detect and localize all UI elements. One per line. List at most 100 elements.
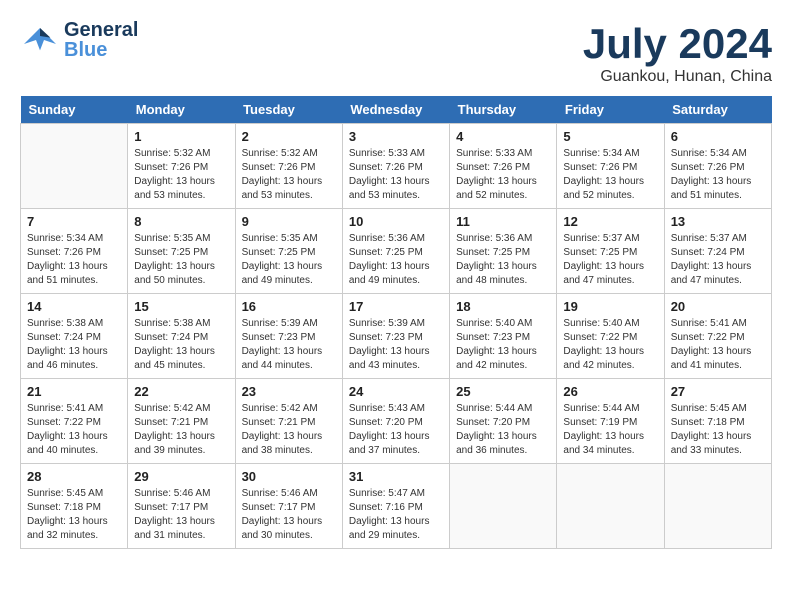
calendar-cell (450, 464, 557, 549)
day-number: 8 (134, 214, 228, 229)
calendar-cell: 20 Sunrise: 5:41 AM Sunset: 7:22 PM Dayli… (664, 294, 771, 379)
day-info: Sunrise: 5:33 AM Sunset: 7:26 PM Dayligh… (349, 147, 443, 203)
day-info: Sunrise: 5:34 AM Sunset: 7:26 PM Dayligh… (563, 147, 657, 203)
calendar-week-1: 1 Sunrise: 5:32 AM Sunset: 7:26 PM Daylig… (21, 124, 772, 209)
calendar-cell (21, 124, 128, 209)
day-number: 24 (349, 384, 443, 399)
calendar-cell: 12 Sunrise: 5:37 AM Sunset: 7:25 PM Dayli… (557, 209, 664, 294)
day-number: 3 (349, 129, 443, 144)
day-number: 2 (242, 129, 336, 144)
calendar-cell: 30Sunrise: 5:46 AM Sunset: 7:17 PM Dayli… (235, 464, 342, 549)
calendar-week-5: 28 Sunrise: 5:45 AM Sunset: 7:18 PM Dayli… (21, 464, 772, 549)
calendar-cell: 28 Sunrise: 5:45 AM Sunset: 7:18 PM Dayli… (21, 464, 128, 549)
day-number: 23 (242, 384, 336, 399)
column-header-monday: Monday (128, 96, 235, 124)
day-info: Sunrise: 5:40 AM Sunset: 7:22 PM Dayligh… (563, 317, 657, 373)
calendar-header-row: SundayMondayTuesdayWednesdayThursdayFrid… (21, 96, 772, 124)
day-info: Sunrise: 5:44 AM Sunset: 7:19 PM Dayligh… (563, 402, 657, 458)
calendar-cell: 14 Sunrise: 5:38 AM Sunset: 7:24 PM Dayli… (21, 294, 128, 379)
day-info: Sunrise: 5:40 AM Sunset: 7:23 PM Dayligh… (456, 317, 550, 373)
logo-general: General (64, 20, 138, 40)
day-info: Sunrise: 5:41 AM Sunset: 7:22 PM Dayligh… (671, 317, 765, 373)
calendar-cell: 18 Sunrise: 5:40 AM Sunset: 7:23 PM Dayli… (450, 294, 557, 379)
day-number: 13 (671, 214, 765, 229)
page-header: General Blue July 2024 Guankou, Hunan, C… (20, 20, 772, 86)
day-info: Sunrise: 5:36 AM Sunset: 7:25 PM Dayligh… (456, 232, 550, 288)
day-number: 20 (671, 299, 765, 314)
day-number: 16 (242, 299, 336, 314)
calendar-cell: 27Sunrise: 5:45 AM Sunset: 7:18 PM Dayli… (664, 379, 771, 464)
day-number: 17 (349, 299, 443, 314)
day-info: Sunrise: 5:32 AM Sunset: 7:26 PM Dayligh… (242, 147, 336, 203)
day-number: 27 (671, 384, 765, 399)
day-info: Sunrise: 5:42 AM Sunset: 7:21 PM Dayligh… (134, 402, 228, 458)
calendar-week-3: 14 Sunrise: 5:38 AM Sunset: 7:24 PM Dayli… (21, 294, 772, 379)
calendar-cell: 29 Sunrise: 5:46 AM Sunset: 7:17 PM Dayli… (128, 464, 235, 549)
day-info: Sunrise: 5:39 AM Sunset: 7:23 PM Dayligh… (242, 317, 336, 373)
day-info: Sunrise: 5:47 AM Sunset: 7:16 PM Dayligh… (349, 487, 443, 543)
day-info: Sunrise: 5:43 AM Sunset: 7:20 PM Dayligh… (349, 402, 443, 458)
day-info: Sunrise: 5:33 AM Sunset: 7:26 PM Dayligh… (456, 147, 550, 203)
logo-text: General Blue (64, 20, 138, 60)
calendar-cell: 23 Sunrise: 5:42 AM Sunset: 7:21 PM Dayli… (235, 379, 342, 464)
day-number: 18 (456, 299, 550, 314)
logo-blue: Blue (64, 40, 138, 60)
day-number: 31 (349, 469, 443, 484)
day-number: 12 (563, 214, 657, 229)
day-number: 9 (242, 214, 336, 229)
calendar-cell: 15Sunrise: 5:38 AM Sunset: 7:24 PM Dayli… (128, 294, 235, 379)
calendar-table: SundayMondayTuesdayWednesdayThursdayFrid… (20, 96, 772, 549)
day-number: 5 (563, 129, 657, 144)
day-number: 29 (134, 469, 228, 484)
title-block: July 2024 Guankou, Hunan, China (583, 20, 772, 86)
day-info: Sunrise: 5:46 AM Sunset: 7:17 PM Dayligh… (134, 487, 228, 543)
day-number: 1 (134, 129, 228, 144)
logo-icon (20, 20, 60, 60)
calendar-cell: 17 Sunrise: 5:39 AM Sunset: 7:23 PM Dayli… (342, 294, 449, 379)
column-header-tuesday: Tuesday (235, 96, 342, 124)
day-number: 6 (671, 129, 765, 144)
calendar-week-2: 7 Sunrise: 5:34 AM Sunset: 7:26 PM Daylig… (21, 209, 772, 294)
calendar-cell: 13 Sunrise: 5:37 AM Sunset: 7:24 PM Dayli… (664, 209, 771, 294)
day-number: 4 (456, 129, 550, 144)
day-number: 10 (349, 214, 443, 229)
calendar-cell: 26 Sunrise: 5:44 AM Sunset: 7:19 PM Dayli… (557, 379, 664, 464)
column-header-wednesday: Wednesday (342, 96, 449, 124)
day-info: Sunrise: 5:34 AM Sunset: 7:26 PM Dayligh… (27, 232, 121, 288)
column-header-friday: Friday (557, 96, 664, 124)
day-number: 7 (27, 214, 121, 229)
calendar-cell: 7 Sunrise: 5:34 AM Sunset: 7:26 PM Daylig… (21, 209, 128, 294)
day-info: Sunrise: 5:34 AM Sunset: 7:26 PM Dayligh… (671, 147, 765, 203)
day-info: Sunrise: 5:38 AM Sunset: 7:24 PM Dayligh… (134, 317, 228, 373)
day-info: Sunrise: 5:37 AM Sunset: 7:25 PM Dayligh… (563, 232, 657, 288)
day-number: 14 (27, 299, 121, 314)
day-number: 19 (563, 299, 657, 314)
day-info: Sunrise: 5:39 AM Sunset: 7:23 PM Dayligh… (349, 317, 443, 373)
day-info: Sunrise: 5:44 AM Sunset: 7:20 PM Dayligh… (456, 402, 550, 458)
day-number: 25 (456, 384, 550, 399)
calendar-cell: 3 Sunrise: 5:33 AM Sunset: 7:26 PM Daylig… (342, 124, 449, 209)
main-title: July 2024 (583, 20, 772, 68)
day-info: Sunrise: 5:36 AM Sunset: 7:25 PM Dayligh… (349, 232, 443, 288)
calendar-cell: 25 Sunrise: 5:44 AM Sunset: 7:20 PM Dayli… (450, 379, 557, 464)
calendar-cell: 6 Sunrise: 5:34 AM Sunset: 7:26 PM Daylig… (664, 124, 771, 209)
column-header-saturday: Saturday (664, 96, 771, 124)
calendar-week-4: 21Sunrise: 5:41 AM Sunset: 7:22 PM Dayli… (21, 379, 772, 464)
day-info: Sunrise: 5:38 AM Sunset: 7:24 PM Dayligh… (27, 317, 121, 373)
day-info: Sunrise: 5:37 AM Sunset: 7:24 PM Dayligh… (671, 232, 765, 288)
calendar-cell: 4 Sunrise: 5:33 AM Sunset: 7:26 PM Daylig… (450, 124, 557, 209)
day-info: Sunrise: 5:45 AM Sunset: 7:18 PM Dayligh… (27, 487, 121, 543)
calendar-cell (557, 464, 664, 549)
day-number: 30 (242, 469, 336, 484)
calendar-cell: 19 Sunrise: 5:40 AM Sunset: 7:22 PM Dayli… (557, 294, 664, 379)
calendar-cell: 10 Sunrise: 5:36 AM Sunset: 7:25 PM Dayli… (342, 209, 449, 294)
calendar-cell: 16 Sunrise: 5:39 AM Sunset: 7:23 PM Dayli… (235, 294, 342, 379)
calendar-cell: 8 Sunrise: 5:35 AM Sunset: 7:25 PM Daylig… (128, 209, 235, 294)
day-info: Sunrise: 5:35 AM Sunset: 7:25 PM Dayligh… (134, 232, 228, 288)
column-header-thursday: Thursday (450, 96, 557, 124)
day-number: 28 (27, 469, 121, 484)
day-number: 26 (563, 384, 657, 399)
day-info: Sunrise: 5:35 AM Sunset: 7:25 PM Dayligh… (242, 232, 336, 288)
day-info: Sunrise: 5:42 AM Sunset: 7:21 PM Dayligh… (242, 402, 336, 458)
calendar-cell: 9 Sunrise: 5:35 AM Sunset: 7:25 PM Daylig… (235, 209, 342, 294)
